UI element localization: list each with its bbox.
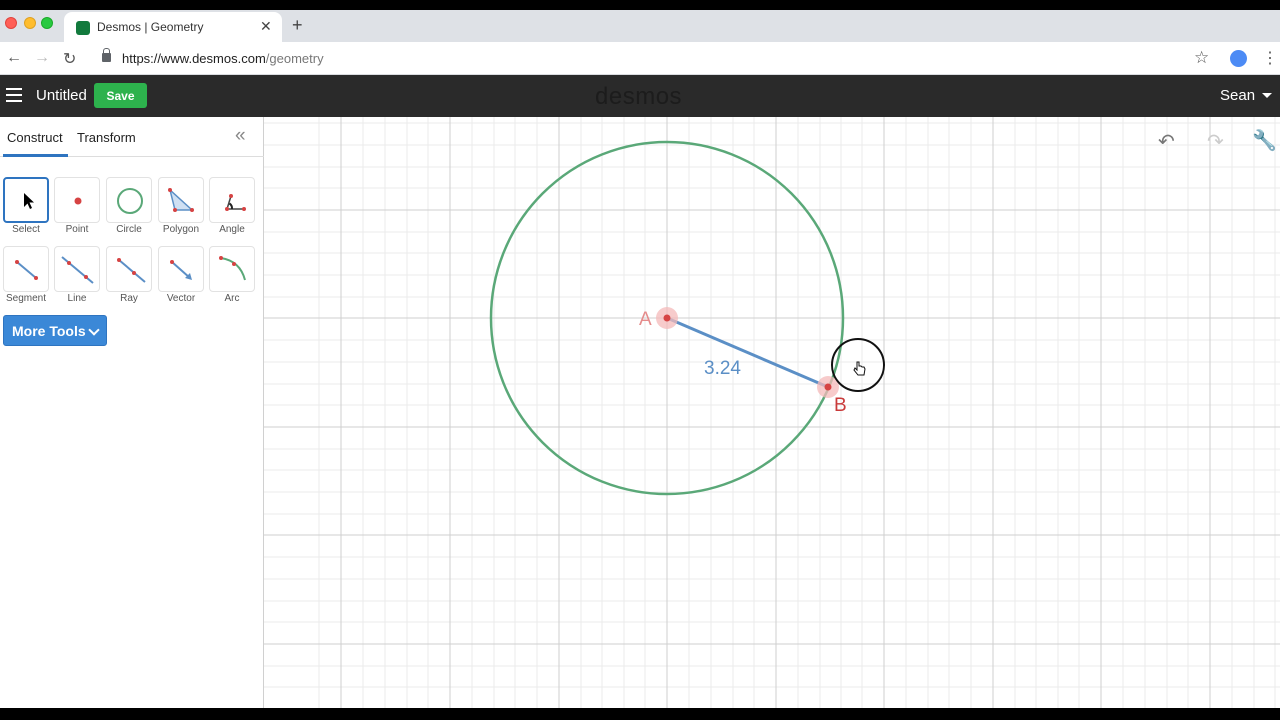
active-tab-indicator (3, 154, 68, 157)
point-a[interactable] (663, 314, 671, 322)
tool-vector[interactable] (158, 246, 204, 292)
tool-angle[interactable] (209, 177, 255, 223)
document-title[interactable]: Untitled (36, 87, 87, 104)
polygon-icon (168, 187, 194, 212)
tool-sidebar: Construct Transform « Select Point Circl… (0, 117, 264, 708)
reload-icon[interactable]: ↻ (63, 49, 76, 69)
arc-icon (219, 256, 246, 281)
tab-close-icon[interactable]: ✕ (260, 18, 272, 35)
browser-toolbar: ← → ↻ https://www.desmos.com/geometry ☆ … (0, 42, 1280, 75)
tool-label-ray: Ray (120, 293, 138, 304)
browser-tab-strip: Desmos | Geometry ✕ + (0, 10, 1280, 42)
close-window-button[interactable] (5, 17, 17, 29)
tool-label-circle: Circle (116, 224, 142, 235)
redo-icon[interactable]: ↷ (1207, 129, 1224, 154)
sidebar-tabs: Construct Transform « (0, 117, 264, 157)
segment-ab[interactable] (666, 316, 829, 389)
desmos-logo: desmos (595, 83, 683, 110)
canvas-svg[interactable]: A B 3.24 (264, 117, 1280, 708)
minimize-window-button[interactable] (24, 17, 36, 29)
cursor-icon (24, 193, 34, 209)
tab-title: Desmos | Geometry (97, 20, 204, 34)
tool-segment[interactable] (3, 246, 49, 292)
tool-label-angle: Angle (219, 224, 245, 235)
tool-label-line: Line (67, 293, 87, 304)
profile-avatar-icon[interactable] (1230, 50, 1247, 67)
back-arrow-icon[interactable]: ← (6, 49, 22, 67)
browser-tab[interactable]: Desmos | Geometry ✕ (64, 12, 282, 42)
user-menu[interactable]: Sean (1220, 87, 1255, 104)
point-b[interactable] (824, 383, 832, 391)
line-icon (61, 256, 94, 284)
chevron-down-icon (88, 324, 100, 336)
point-b-label: B (834, 395, 847, 416)
more-tools-label: More Tools (12, 322, 86, 339)
vector-icon (170, 260, 192, 280)
segment-icon (15, 260, 38, 280)
hamburger-menu-icon[interactable] (6, 88, 22, 102)
geometry-canvas[interactable]: A B 3.24 (264, 117, 1280, 708)
point-icon (74, 197, 82, 205)
tool-line[interactable] (54, 246, 100, 292)
bookmark-star-icon[interactable]: ☆ (1194, 48, 1209, 68)
hand-cursor-icon (853, 361, 866, 376)
grid (264, 117, 1280, 708)
tool-circle[interactable] (106, 177, 152, 223)
tool-label-arc: Arc (224, 293, 240, 304)
angle-icon (225, 194, 246, 211)
undo-icon[interactable]: ↶ (1158, 129, 1175, 154)
tool-ray[interactable] (106, 246, 152, 292)
url-path: /geometry (265, 51, 324, 66)
tab-construct[interactable]: Construct (7, 130, 63, 145)
tool-point[interactable] (54, 177, 100, 223)
tool-arc[interactable] (209, 246, 255, 292)
app-header: Untitled Save desmos Sean (0, 75, 1280, 117)
ray-icon (117, 258, 146, 283)
url-host: https://www.desmos.com (122, 51, 266, 66)
save-button[interactable]: Save (94, 83, 147, 108)
more-tools-button[interactable]: More Tools (3, 315, 107, 346)
lock-icon[interactable] (102, 48, 111, 62)
browser-window: Desmos | Geometry ✕ + ← → ↻ https://www.… (0, 10, 1280, 708)
tab-transform[interactable]: Transform (77, 130, 136, 145)
caret-down-icon[interactable] (1262, 93, 1272, 98)
major-grid (264, 117, 1280, 708)
maximize-window-button[interactable] (41, 17, 53, 29)
tool-polygon[interactable] (158, 177, 204, 223)
segment-length-label: 3.24 (704, 358, 741, 379)
forward-arrow-icon[interactable]: → (34, 49, 50, 67)
desmos-favicon-icon (76, 21, 90, 35)
tool-label-point: Point (65, 224, 89, 235)
tool-select[interactable] (3, 177, 49, 223)
browser-menu-icon[interactable]: ⋮ (1262, 48, 1278, 68)
address-bar[interactable]: https://www.desmos.com/geometry (122, 51, 324, 66)
wrench-icon[interactable]: 🔧 (1252, 128, 1277, 153)
new-tab-icon[interactable]: + (292, 15, 303, 36)
point-a-label: A (639, 309, 652, 330)
collapse-sidebar-icon[interactable]: « (235, 125, 246, 147)
circle-icon (117, 188, 143, 214)
